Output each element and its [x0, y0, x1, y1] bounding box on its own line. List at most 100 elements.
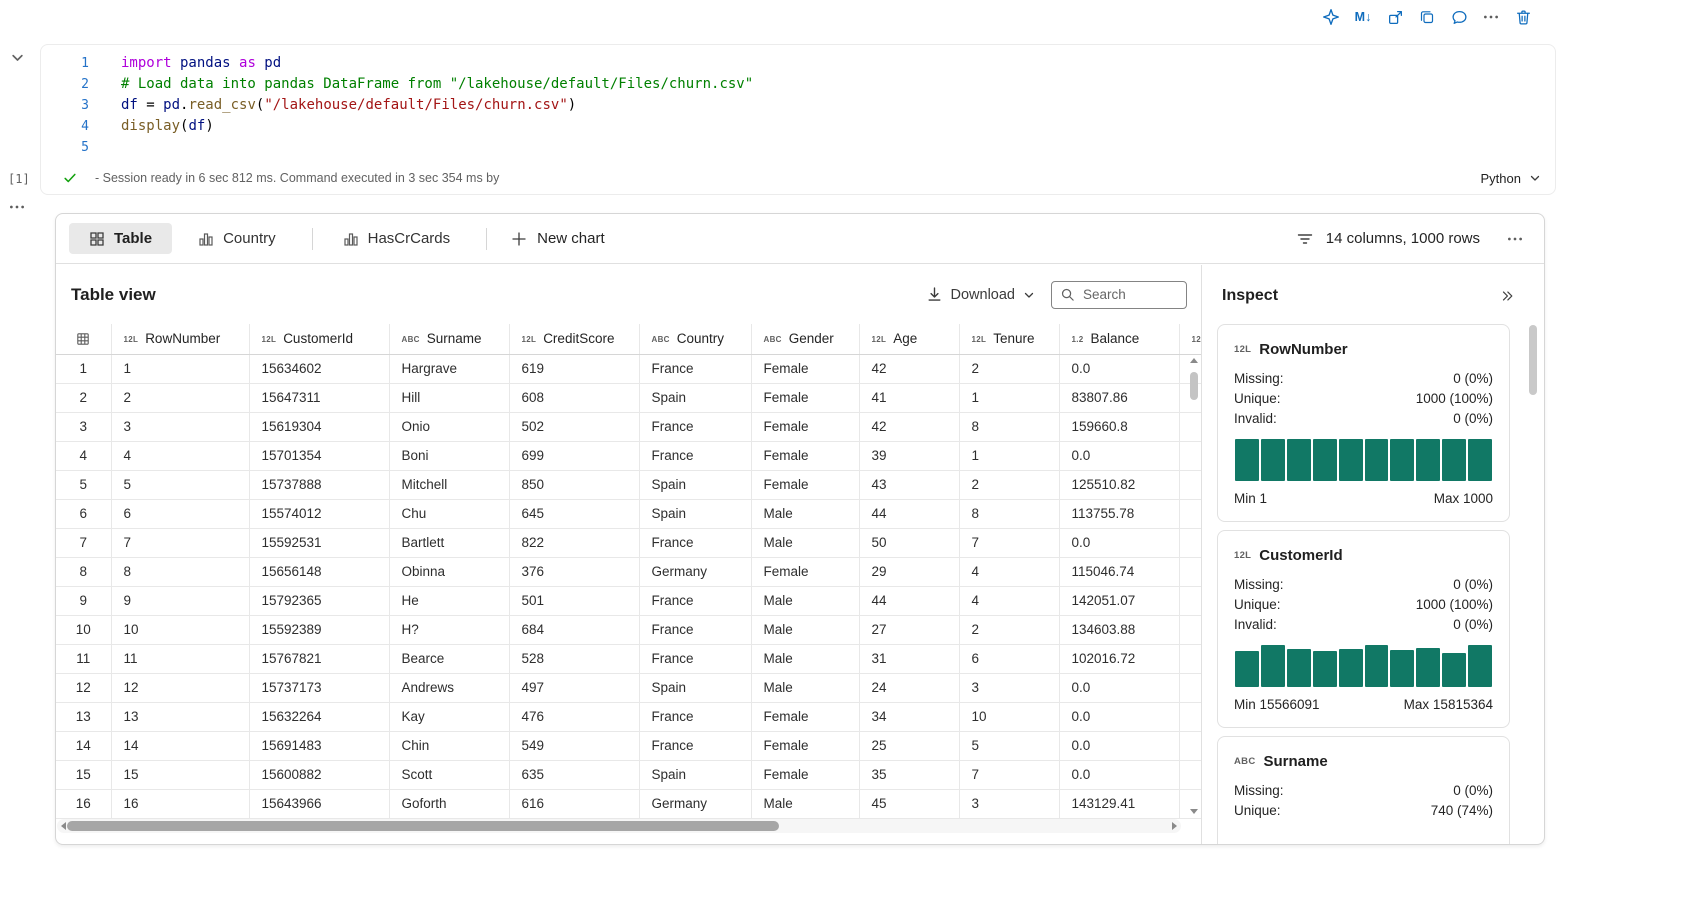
cell[interactable]: 15632264: [249, 702, 390, 732]
cell[interactable]: Female: [751, 412, 860, 442]
cell[interactable]: 50: [859, 528, 960, 558]
scroll-right-arrow[interactable]: [1172, 822, 1177, 830]
cell[interactable]: 15647311: [249, 383, 390, 413]
cell[interactable]: 15656148: [249, 557, 390, 587]
search-input[interactable]: [1081, 286, 1178, 303]
cell[interactable]: 41: [859, 383, 960, 413]
cell[interactable]: 0.0: [1059, 441, 1180, 471]
cell[interactable]: France: [639, 354, 752, 384]
cell[interactable]: 44: [859, 586, 960, 616]
cell[interactable]: 850: [509, 470, 640, 500]
cell[interactable]: Spain: [639, 470, 752, 500]
cell[interactable]: 376: [509, 557, 640, 587]
results-more-icon[interactable]: [1506, 230, 1524, 248]
column-header-age[interactable]: 12L Age: [859, 324, 960, 355]
column-header-balance[interactable]: 1.2 Balance: [1059, 324, 1180, 355]
cell[interactable]: 15619304: [249, 412, 390, 442]
cell[interactable]: 5: [959, 731, 1060, 761]
cell[interactable]: 16: [111, 789, 250, 819]
cell[interactable]: Bartlett: [389, 528, 510, 558]
column-header-customerid[interactable]: 12L CustomerId: [249, 324, 390, 355]
delete-cell-icon[interactable]: [1510, 4, 1536, 30]
cell[interactable]: 83807.86: [1059, 383, 1180, 413]
horizontal-scrollbar-thumb[interactable]: [67, 821, 779, 831]
row-index[interactable]: 12: [56, 673, 112, 703]
row-index[interactable]: 10: [56, 615, 112, 645]
cell[interactable]: Female: [751, 702, 860, 732]
table-horizontal-scrollbar[interactable]: [57, 819, 1181, 833]
cell[interactable]: 12: [111, 673, 250, 703]
cell[interactable]: Spain: [639, 499, 752, 529]
cell[interactable]: Female: [751, 383, 860, 413]
cell[interactable]: 15574012: [249, 499, 390, 529]
cell[interactable]: 45: [859, 789, 960, 819]
cell[interactable]: Mitchell: [389, 470, 510, 500]
cell[interactable]: 4: [959, 557, 1060, 587]
code-line[interactable]: 3 df = pd.read_csv("/lakehouse/default/Fi…: [41, 95, 1555, 116]
cell[interactable]: 4: [111, 441, 250, 471]
cell[interactable]: 9: [111, 586, 250, 616]
cell[interactable]: Female: [751, 470, 860, 500]
cell[interactable]: 8: [959, 412, 1060, 442]
cell[interactable]: Chu: [389, 499, 510, 529]
cell[interactable]: Obinna: [389, 557, 510, 587]
cell[interactable]: 635: [509, 760, 640, 790]
tab-hascrcards[interactable]: HasCrCards: [323, 223, 471, 254]
cell[interactable]: 528: [509, 644, 640, 674]
cell[interactable]: Male: [751, 615, 860, 645]
cell[interactable]: 15600882: [249, 760, 390, 790]
cell[interactable]: Male: [751, 528, 860, 558]
download-button[interactable]: Download: [926, 286, 1036, 303]
cell[interactable]: 699: [509, 441, 640, 471]
collapse-panel-icon[interactable]: [1500, 289, 1514, 303]
cell[interactable]: Boni: [389, 441, 510, 471]
cell[interactable]: Goforth: [389, 789, 510, 819]
cell[interactable]: 15737173: [249, 673, 390, 703]
cell[interactable]: 35: [859, 760, 960, 790]
cell[interactable]: 15592531: [249, 528, 390, 558]
cell[interactable]: Female: [751, 760, 860, 790]
column-header-surname[interactable]: ABC Surname: [389, 324, 510, 355]
row-index[interactable]: 15: [56, 760, 112, 790]
cell[interactable]: Germany: [639, 557, 752, 587]
cell[interactable]: 29: [859, 557, 960, 587]
vertical-scrollbar-thumb[interactable]: [1190, 372, 1198, 400]
cell[interactable]: Male: [751, 499, 860, 529]
filter-icon[interactable]: [1296, 230, 1314, 248]
cell[interactable]: He: [389, 586, 510, 616]
cell[interactable]: 15643966: [249, 789, 390, 819]
cell[interactable]: France: [639, 528, 752, 558]
cell[interactable]: 3: [959, 789, 1060, 819]
cell[interactable]: Scott: [389, 760, 510, 790]
open-in-window-icon[interactable]: [1382, 4, 1408, 30]
cell[interactable]: 2: [959, 615, 1060, 645]
cell[interactable]: 113755.78: [1059, 499, 1180, 529]
cell[interactable]: Female: [751, 731, 860, 761]
cell[interactable]: 10: [959, 702, 1060, 732]
cell[interactable]: Male: [751, 789, 860, 819]
row-index[interactable]: 16: [56, 789, 112, 819]
cell[interactable]: 0.0: [1059, 760, 1180, 790]
cell[interactable]: 27: [859, 615, 960, 645]
cell[interactable]: Male: [751, 586, 860, 616]
inspect-scrollbar-thumb[interactable]: [1529, 325, 1537, 395]
cell[interactable]: Bearce: [389, 644, 510, 674]
row-index[interactable]: 3: [56, 412, 112, 442]
cell[interactable]: 0.0: [1059, 354, 1180, 384]
cell[interactable]: Hargrave: [389, 354, 510, 384]
cell[interactable]: 15767821: [249, 644, 390, 674]
cell[interactable]: 476: [509, 702, 640, 732]
cell[interactable]: 8: [959, 499, 1060, 529]
cell[interactable]: 7: [111, 528, 250, 558]
row-index[interactable]: 14: [56, 731, 112, 761]
cell[interactable]: 4: [959, 586, 1060, 616]
cell[interactable]: Germany: [639, 789, 752, 819]
cell[interactable]: France: [639, 441, 752, 471]
cell[interactable]: 15792365: [249, 586, 390, 616]
cell[interactable]: 15592389: [249, 615, 390, 645]
cell[interactable]: 15: [111, 760, 250, 790]
cell[interactable]: France: [639, 702, 752, 732]
cell[interactable]: 6: [111, 499, 250, 529]
cell[interactable]: 0.0: [1059, 528, 1180, 558]
cell[interactable]: 3: [959, 673, 1060, 703]
